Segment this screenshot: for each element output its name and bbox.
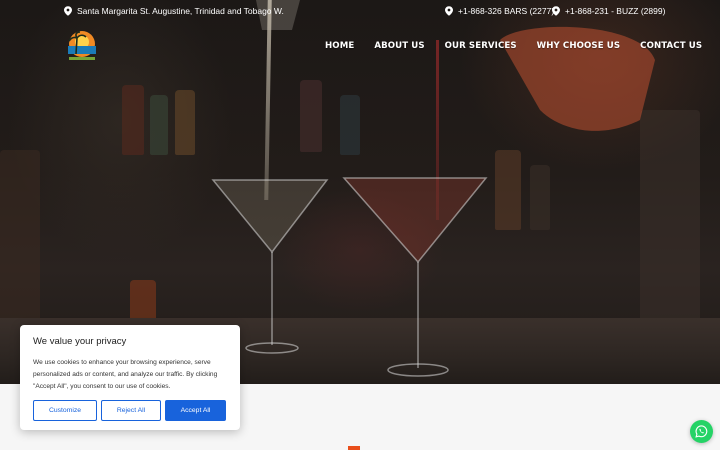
cookie-button-group: Customize Reject All Accept All xyxy=(33,400,227,421)
map-pin-icon xyxy=(64,6,72,16)
cookie-description: We use cookies to enhance your browsing … xyxy=(33,359,218,390)
address-info: Santa Margarita St. Augustine, Trinidad … xyxy=(64,6,284,16)
main-navigation: HOME ABOUT US OUR SERVICES WHY CHOOSE US… xyxy=(325,41,702,55)
site-logo[interactable] xyxy=(64,28,100,64)
map-pin-icon xyxy=(445,6,453,16)
section-accent-bar xyxy=(348,446,360,450)
nav-contact-us[interactable]: CONTACT US xyxy=(640,41,702,55)
phone-info-2[interactable]: +1-868-231 - BUZZ (2899) xyxy=(552,6,665,16)
customize-button[interactable]: Customize xyxy=(33,400,97,421)
whatsapp-button[interactable] xyxy=(690,420,713,443)
cookie-consent-banner: We value your privacy We use cookies to … xyxy=(20,325,240,430)
phone-text-2[interactable]: +1-868-231 - BUZZ (2899) xyxy=(565,6,665,16)
whatsapp-icon xyxy=(695,425,708,438)
cookie-title: We value your privacy xyxy=(33,336,127,347)
phone-text-1[interactable]: +1-868-326 BARS (2277) xyxy=(458,6,554,16)
nav-about-us[interactable]: ABOUT US xyxy=(374,41,424,55)
nav-why-choose-us[interactable]: WHY CHOOSE US xyxy=(537,41,621,55)
reject-all-button[interactable]: Reject All xyxy=(101,400,161,421)
accept-all-button[interactable]: Accept All xyxy=(165,400,226,421)
phone-info-1[interactable]: +1-868-326 BARS (2277) xyxy=(445,6,554,16)
address-text: Santa Margarita St. Augustine, Trinidad … xyxy=(77,6,284,16)
map-pin-icon xyxy=(552,6,560,16)
top-info-bar: Santa Margarita St. Augustine, Trinidad … xyxy=(0,6,720,20)
nav-home[interactable]: HOME xyxy=(325,41,354,55)
nav-our-services[interactable]: OUR SERVICES xyxy=(445,41,517,55)
